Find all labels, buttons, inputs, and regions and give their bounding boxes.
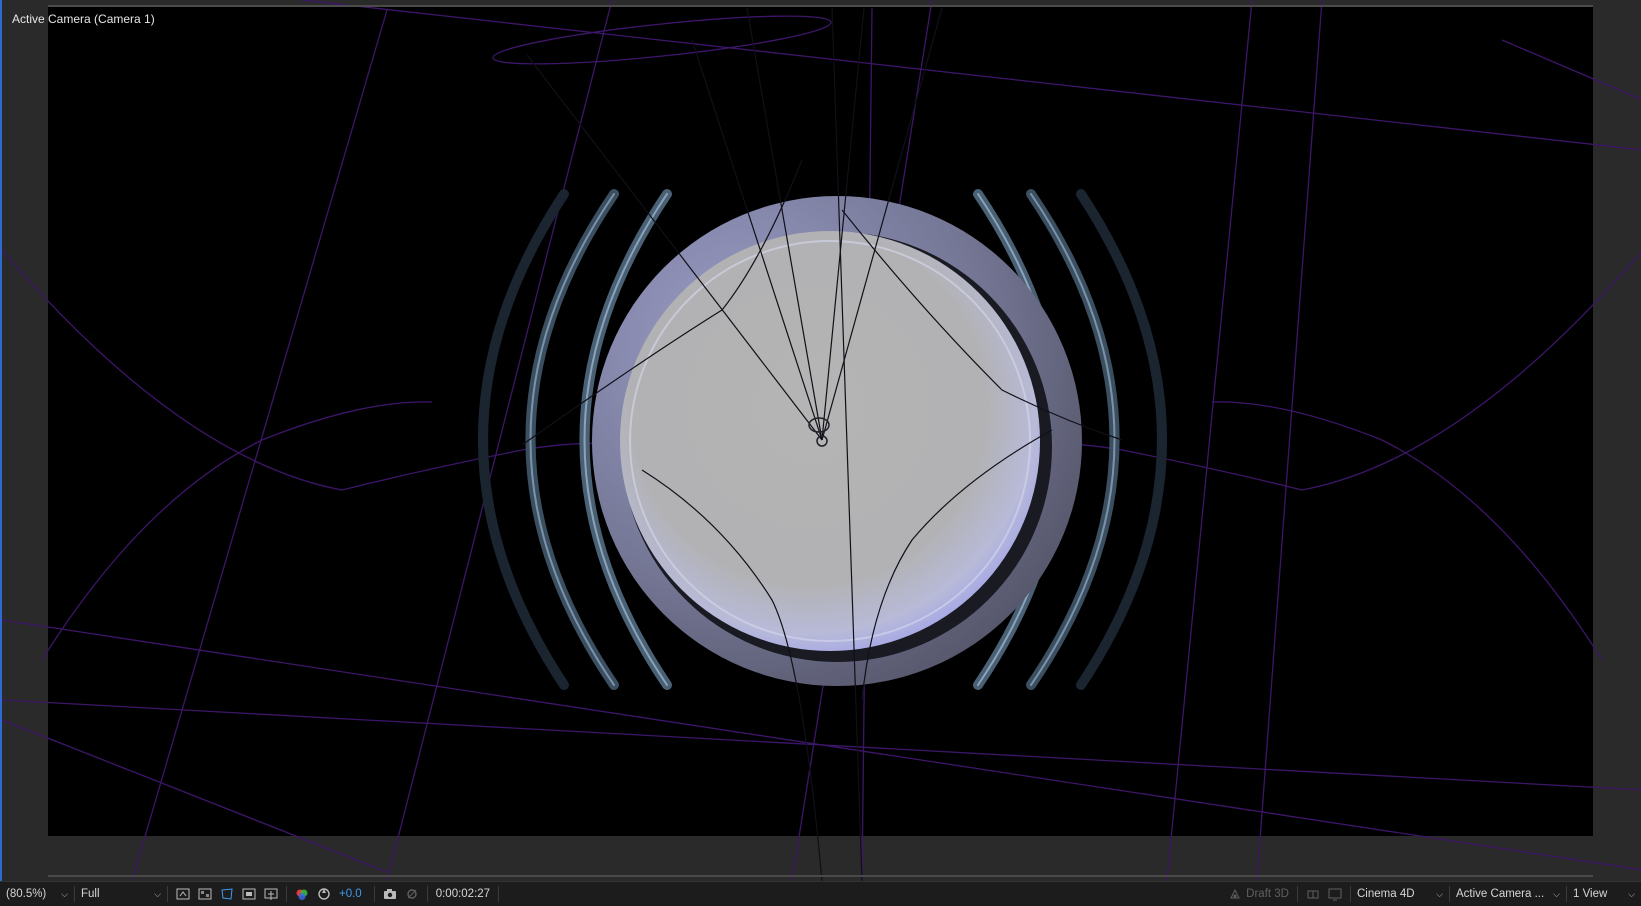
renderer-dropdown[interactable]: Cinema 4D ⌵ bbox=[1351, 882, 1449, 906]
chevron-down-icon: ⌵ bbox=[1553, 888, 1560, 899]
draft-3d-icon bbox=[1226, 885, 1244, 903]
transparency-grid-icon[interactable] bbox=[196, 885, 214, 903]
renderer-value: Cinema 4D bbox=[1357, 888, 1415, 900]
resolution-value: Full bbox=[81, 888, 100, 900]
viewer-toolbar: (80.5%) ⌵ Full ⌵ +0.0 0:00:02:27 Draft 3… bbox=[0, 881, 1641, 906]
chevron-down-icon: ⌵ bbox=[61, 888, 68, 899]
divider bbox=[498, 886, 500, 902]
chevron-down-icon: ⌵ bbox=[1628, 888, 1635, 899]
magnification-dropdown[interactable]: (80.5%) ⌵ bbox=[0, 882, 74, 906]
timecode[interactable]: 0:00:02:27 bbox=[436, 888, 490, 900]
extended-viewer-icon[interactable] bbox=[1326, 885, 1344, 903]
mask-visibility-icon[interactable] bbox=[218, 885, 236, 903]
draft-3d-toggle[interactable]: Draft 3D bbox=[1216, 882, 1297, 906]
camera-view-dropdown[interactable]: Active Camera ... ⌵ bbox=[1450, 882, 1566, 906]
magnification-value: (80.5%) bbox=[6, 888, 47, 900]
exposure-value[interactable]: +0.0 bbox=[339, 888, 362, 900]
resolution-dropdown[interactable]: Full ⌵ bbox=[75, 882, 167, 906]
ground-plane-icon[interactable] bbox=[1304, 885, 1322, 903]
guides-icon[interactable] bbox=[240, 885, 258, 903]
view-layout-value: 1 View bbox=[1573, 888, 1608, 900]
camera-snapshot-icon[interactable] bbox=[381, 885, 399, 903]
grid-icon[interactable] bbox=[262, 885, 280, 903]
show-snapshot-icon[interactable] bbox=[403, 885, 421, 903]
view-title: Active Camera (Camera 1) bbox=[12, 12, 155, 26]
region-of-interest-icon[interactable] bbox=[174, 885, 192, 903]
speaker-disc bbox=[592, 196, 1082, 686]
chevron-down-icon: ⌵ bbox=[1436, 888, 1443, 899]
chevron-down-icon: ⌵ bbox=[154, 888, 161, 899]
view-layout-dropdown[interactable]: 1 View ⌵ bbox=[1567, 882, 1641, 906]
composition-canvas[interactable] bbox=[2, 0, 1641, 881]
draft-3d-label: Draft 3D bbox=[1246, 888, 1289, 900]
rgb-channels-icon[interactable] bbox=[293, 885, 311, 903]
reset-exposure-icon[interactable] bbox=[315, 885, 333, 903]
composition-viewer[interactable]: Active Camera (Camera 1) bbox=[0, 0, 1641, 881]
camera-view-value: Active Camera ... bbox=[1456, 888, 1545, 900]
